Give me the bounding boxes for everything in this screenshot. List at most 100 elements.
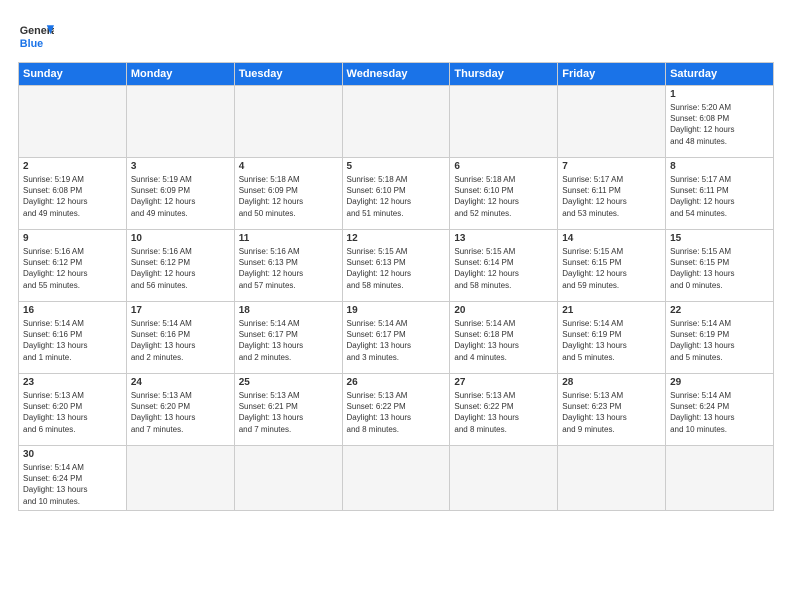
day-info: Sunrise: 5:13 AM Sunset: 6:20 PM Dayligh… [131, 390, 230, 435]
day-info: Sunrise: 5:20 AM Sunset: 6:08 PM Dayligh… [670, 102, 769, 147]
day-number: 1 [670, 89, 769, 100]
svg-text:Blue: Blue [20, 38, 43, 50]
day-number: 11 [239, 233, 338, 244]
day-number: 9 [23, 233, 122, 244]
day-info: Sunrise: 5:14 AM Sunset: 6:16 PM Dayligh… [23, 318, 122, 363]
day-info: Sunrise: 5:15 AM Sunset: 6:15 PM Dayligh… [670, 246, 769, 291]
calendar-cell [234, 446, 342, 511]
day-info: Sunrise: 5:14 AM Sunset: 6:18 PM Dayligh… [454, 318, 553, 363]
day-number: 14 [562, 233, 661, 244]
day-number: 8 [670, 161, 769, 172]
calendar-cell: 24 Sunrise: 5:13 AM Sunset: 6:20 PM Dayli… [126, 374, 234, 446]
day-number: 16 [23, 305, 122, 316]
day-info: Sunrise: 5:14 AM Sunset: 6:17 PM Dayligh… [239, 318, 338, 363]
day-number: 3 [131, 161, 230, 172]
day-header-thursday: Thursday [450, 63, 558, 86]
calendar-cell [342, 86, 450, 158]
day-number: 25 [239, 377, 338, 388]
logo-icon: General Blue [18, 18, 54, 54]
calendar-cell [558, 446, 666, 511]
calendar-cell: 17 Sunrise: 5:14 AM Sunset: 6:16 PM Dayli… [126, 302, 234, 374]
day-number: 29 [670, 377, 769, 388]
day-info: Sunrise: 5:14 AM Sunset: 6:16 PM Dayligh… [131, 318, 230, 363]
calendar-cell: 7 Sunrise: 5:17 AM Sunset: 6:11 PM Daylig… [558, 158, 666, 230]
calendar-table: SundayMondayTuesdayWednesdayThursdayFrid… [18, 62, 774, 511]
day-number: 20 [454, 305, 553, 316]
calendar-cell: 23 Sunrise: 5:13 AM Sunset: 6:20 PM Dayli… [19, 374, 127, 446]
calendar-cell [450, 446, 558, 511]
day-info: Sunrise: 5:16 AM Sunset: 6:13 PM Dayligh… [239, 246, 338, 291]
calendar-cell [126, 446, 234, 511]
calendar-cell: 5Sunrise: 5:18 AM Sunset: 6:10 PM Daylig… [342, 158, 450, 230]
day-info: Sunrise: 5:17 AM Sunset: 6:11 PM Dayligh… [562, 174, 661, 219]
day-info: Sunrise: 5:17 AM Sunset: 6:11 PM Dayligh… [670, 174, 769, 219]
day-number: 7 [562, 161, 661, 172]
calendar-header-row: SundayMondayTuesdayWednesdayThursdayFrid… [19, 63, 774, 86]
day-number: 27 [454, 377, 553, 388]
day-number: 23 [23, 377, 122, 388]
day-number: 4 [239, 161, 338, 172]
day-info: Sunrise: 5:15 AM Sunset: 6:15 PM Dayligh… [562, 246, 661, 291]
calendar-cell: 13 Sunrise: 5:15 AM Sunset: 6:14 PM Dayli… [450, 230, 558, 302]
day-header-friday: Friday [558, 63, 666, 86]
calendar-cell [234, 86, 342, 158]
day-number: 19 [347, 305, 446, 316]
day-number: 24 [131, 377, 230, 388]
day-number: 28 [562, 377, 661, 388]
day-info: Sunrise: 5:15 AM Sunset: 6:14 PM Dayligh… [454, 246, 553, 291]
calendar-cell: 16 Sunrise: 5:14 AM Sunset: 6:16 PM Dayli… [19, 302, 127, 374]
day-info: Sunrise: 5:16 AM Sunset: 6:12 PM Dayligh… [131, 246, 230, 291]
day-info: Sunrise: 5:19 AM Sunset: 6:08 PM Dayligh… [23, 174, 122, 219]
calendar-cell: 2 Sunrise: 5:19 AM Sunset: 6:08 PM Daylig… [19, 158, 127, 230]
calendar-cell: 9Sunrise: 5:16 AM Sunset: 6:12 PM Daylig… [19, 230, 127, 302]
calendar-cell [450, 86, 558, 158]
day-info: Sunrise: 5:13 AM Sunset: 6:22 PM Dayligh… [454, 390, 553, 435]
day-number: 5 [347, 161, 446, 172]
calendar-cell: 21Sunrise: 5:14 AM Sunset: 6:19 PM Dayli… [558, 302, 666, 374]
day-number: 2 [23, 161, 122, 172]
calendar-page: General Blue SundayMondayTuesdayWednesda… [0, 0, 792, 612]
calendar-cell: 27 Sunrise: 5:13 AM Sunset: 6:22 PM Dayli… [450, 374, 558, 446]
calendar-cell: 8 Sunrise: 5:17 AM Sunset: 6:11 PM Daylig… [666, 158, 774, 230]
calendar-cell: 29Sunrise: 5:14 AM Sunset: 6:24 PM Dayli… [666, 374, 774, 446]
calendar-week-row: 30Sunrise: 5:14 AM Sunset: 6:24 PM Dayli… [19, 446, 774, 511]
calendar-week-row: 16 Sunrise: 5:14 AM Sunset: 6:16 PM Dayli… [19, 302, 774, 374]
day-number: 15 [670, 233, 769, 244]
day-header-tuesday: Tuesday [234, 63, 342, 86]
calendar-cell: 15 Sunrise: 5:15 AM Sunset: 6:15 PM Dayli… [666, 230, 774, 302]
calendar-cell [558, 86, 666, 158]
calendar-cell: 10 Sunrise: 5:16 AM Sunset: 6:12 PM Dayli… [126, 230, 234, 302]
calendar-week-row: 23 Sunrise: 5:13 AM Sunset: 6:20 PM Dayli… [19, 374, 774, 446]
day-info: Sunrise: 5:13 AM Sunset: 6:22 PM Dayligh… [347, 390, 446, 435]
calendar-cell: 4Sunrise: 5:18 AM Sunset: 6:09 PM Daylig… [234, 158, 342, 230]
day-header-monday: Monday [126, 63, 234, 86]
calendar-cell: 11 Sunrise: 5:16 AM Sunset: 6:13 PM Dayli… [234, 230, 342, 302]
day-header-saturday: Saturday [666, 63, 774, 86]
day-info: Sunrise: 5:18 AM Sunset: 6:10 PM Dayligh… [454, 174, 553, 219]
calendar-week-row: 9 Sunrise: 5:16 AM Sunset: 6:12 PM Daylig… [19, 230, 774, 302]
day-number: 18 [239, 305, 338, 316]
calendar-cell: 22 Sunrise: 5:14 AM Sunset: 6:19 PM Dayli… [666, 302, 774, 374]
calendar-week-row: 2 Sunrise: 5:19 AM Sunset: 6:08 PM Daylig… [19, 158, 774, 230]
day-info: Sunrise: 5:19 AM Sunset: 6:09 PM Dayligh… [131, 174, 230, 219]
calendar-cell [126, 86, 234, 158]
calendar-cell: 26Sunrise: 5:13 AM Sunset: 6:22 PM Dayli… [342, 374, 450, 446]
day-info: Sunrise: 5:13 AM Sunset: 6:23 PM Dayligh… [562, 390, 661, 435]
calendar-cell: 28 Sunrise: 5:13 AM Sunset: 6:23 PM Dayli… [558, 374, 666, 446]
day-info: Sunrise: 5:14 AM Sunset: 6:19 PM Dayligh… [670, 318, 769, 363]
day-number: 13 [454, 233, 553, 244]
day-info: Sunrise: 5:14 AM Sunset: 6:19 PM Dayligh… [562, 318, 661, 363]
calendar-cell [666, 446, 774, 511]
logo: General Blue [18, 18, 54, 54]
day-info: Sunrise: 5:13 AM Sunset: 6:20 PM Dayligh… [23, 390, 122, 435]
day-header-sunday: Sunday [19, 63, 127, 86]
day-info: Sunrise: 5:13 AM Sunset: 6:21 PM Dayligh… [239, 390, 338, 435]
day-number: 10 [131, 233, 230, 244]
day-info: Sunrise: 5:14 AM Sunset: 6:17 PM Dayligh… [347, 318, 446, 363]
header: General Blue [18, 18, 774, 54]
day-number: 30 [23, 449, 122, 460]
day-number: 22 [670, 305, 769, 316]
day-number: 17 [131, 305, 230, 316]
calendar-cell: 1 Sunrise: 5:20 AM Sunset: 6:08 PM Daylig… [666, 86, 774, 158]
calendar-cell: 18 Sunrise: 5:14 AM Sunset: 6:17 PM Dayli… [234, 302, 342, 374]
